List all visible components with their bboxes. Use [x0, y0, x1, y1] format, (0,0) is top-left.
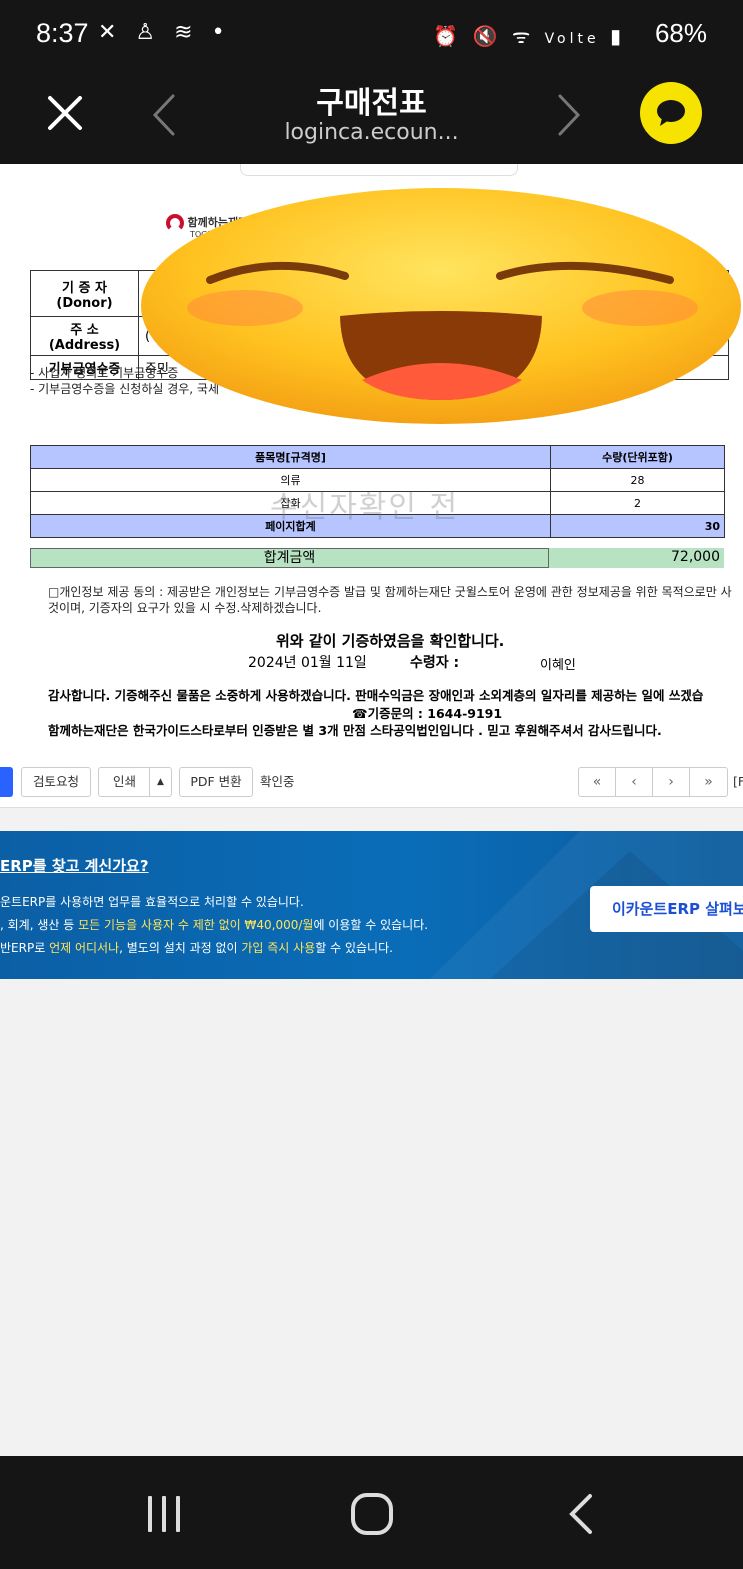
consent-line: 것이며, 기증자의 요구가 있을 시 수정.삭제하겠습니다.	[48, 601, 322, 615]
banner-line: 반ERP로 언제 어디서나, 별도의 설치 과정 없이 가입 즉시 사용할 수 …	[0, 939, 393, 956]
network-label: Volte	[544, 31, 600, 47]
page-url: loginca.ecoun...	[284, 120, 459, 145]
browser-app-bar: 구매전표 loginca.ecoun...	[0, 70, 743, 164]
pdf-convert-button[interactable]: PDF 변환	[179, 767, 253, 797]
erp-promo-banner: ERP를 찾고 계신가요? 운트ERP를 사용하면 업무를 효율적으로 처리할 …	[0, 831, 743, 979]
banner-highlight: 언제 어디서나	[49, 941, 120, 955]
item-qty: 28	[550, 468, 725, 492]
total-label: 합계금액	[30, 548, 549, 568]
notification-icons: ✕ ♙ ≋ •	[98, 20, 231, 45]
print-label: 인쇄	[113, 774, 137, 789]
privacy-consent: □개인정보 제공 동의 : 제공받은 개인정보는 기부금영수증 발급 및 함께하…	[48, 584, 732, 616]
watermark: 수신자확인 전	[270, 490, 460, 525]
column-header: 수량(단위포함)	[550, 445, 725, 469]
back-icon[interactable]	[566, 1492, 596, 1536]
pager: « ‹ › »	[578, 767, 728, 797]
forward-arrow-icon[interactable]	[552, 90, 588, 140]
guidestar-text: 함께하는재단은 한국가이드스타로부터 인증받은 별 3개 만점 스타공익법인입니…	[48, 723, 662, 738]
banner-line: 운트ERP를 사용하면 업무를 효율적으로 처리할 수 있습니다.	[0, 895, 304, 909]
banner-text: 에 이용할 수 있습니다.	[313, 918, 429, 932]
address-label: 주 소(Address)	[30, 316, 139, 356]
status-label: 확인중	[260, 774, 295, 789]
page-title: 구매전표	[316, 86, 427, 121]
column-header: 품목명[규격명]	[30, 445, 551, 469]
chat-bubble-button[interactable]	[640, 82, 702, 144]
donor-label: 기 증 자(Donor)	[30, 270, 139, 317]
item-qty: 2	[550, 491, 725, 515]
banner-text: 할 수 있습니다.	[315, 941, 393, 955]
status-time: 8:37	[36, 18, 89, 48]
banner-highlight: 모든 기능을 사용자 수 제한 없이 ₩40,000/월	[78, 918, 314, 932]
pager-tail: [F	[733, 774, 743, 789]
review-request-button[interactable]: 검토요청	[21, 767, 91, 797]
smiley-sticker-icon	[141, 188, 741, 424]
print-button[interactable]: 인쇄 ▲	[98, 767, 172, 797]
recent-apps-icon[interactable]	[144, 1494, 184, 1534]
thanks-text: 감사합니다. 기증해주신 물품은 소중하게 사용하겠습니다. 판매수익금은 장애…	[48, 688, 704, 703]
pager-prev-icon[interactable]: ‹	[616, 768, 653, 796]
banner-line: , 회계, 생산 등 모든 기능을 사용자 수 제한 없이 ₩40,000/월에…	[0, 916, 428, 933]
chat-bubble-icon	[657, 100, 685, 126]
status-bar: 8:37 ✕ ♙ ≋ • ⏰ 🔇 ᯤ Volte ▮ 68%	[0, 0, 743, 70]
banner-question: ERP를 찾고 계신가요?	[0, 857, 149, 875]
battery-level: 68%	[654, 18, 707, 48]
pager-first-icon[interactable]: «	[579, 768, 616, 796]
banner-highlight: 가입 즉시 사용	[241, 941, 316, 955]
system-nav-bar	[0, 1456, 743, 1569]
table-header-row: 품목명[규격명] 수량(단위포함)	[30, 445, 725, 469]
primary-button-edge[interactable]	[0, 767, 13, 797]
banner-text: , 회계, 생산 등	[0, 918, 79, 932]
print-dropdown-icon[interactable]: ▲	[149, 768, 171, 796]
consent-line: □개인정보 제공 동의 : 제공받은 개인정보는 기부금영수증 발급 및 함께하…	[48, 585, 732, 599]
total-amount-row: 합계금액 72,000	[30, 548, 724, 568]
total-value: 72,000	[549, 548, 724, 568]
banner-text: 반ERP로	[0, 941, 50, 955]
banner-text: , 별도의 설치 과정 없이	[119, 941, 242, 955]
document-toolbar: 검토요청 인쇄 ▲ PDF 변환 확인중 « ‹ › » [F	[0, 767, 743, 807]
divider	[0, 807, 743, 808]
receiver-name: 이혜인	[540, 658, 576, 673]
receipt-document: 함께하는재단 TOGETHER 기 증 자(Donor) 주 소(Address…	[0, 164, 743, 807]
receiver-label: 수령자 :	[410, 655, 460, 671]
doc-tab-edge	[240, 164, 518, 176]
page-total-value: 30	[550, 514, 725, 538]
pager-next-icon[interactable]: ›	[653, 768, 690, 796]
donation-date: 2024년 01월 11일	[248, 655, 367, 671]
home-icon[interactable]	[350, 1492, 394, 1536]
pager-last-icon[interactable]: »	[690, 768, 727, 796]
erp-explore-button[interactable]: 이카운트ERP 살펴보	[590, 886, 743, 932]
confirm-text: 위와 같이 기증하였음을 확인합니다.	[276, 632, 505, 650]
system-icons: ⏰ 🔇 ᯤ Volte ▮	[433, 24, 625, 48]
